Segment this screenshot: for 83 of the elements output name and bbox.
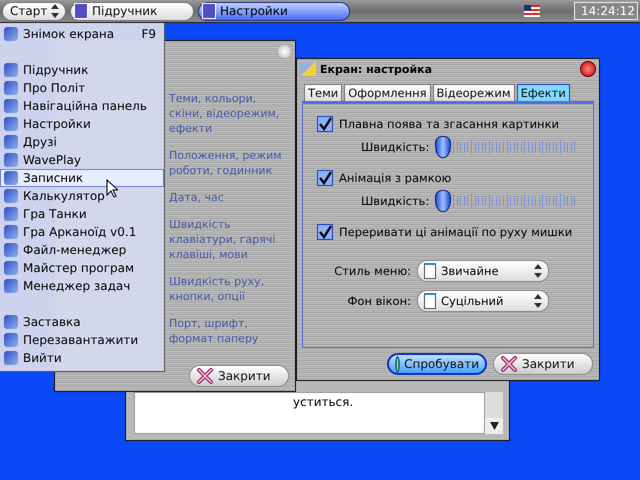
menu-item[interactable]: Підручник: [0, 61, 164, 79]
app-icon: [4, 171, 18, 185]
checkbox-label: Плавна поява та згасання картинки: [339, 117, 559, 131]
app-icon: [4, 207, 18, 221]
dropdown[interactable]: Звичайне: [417, 260, 549, 282]
menu-item[interactable]: Калькулятор: [0, 187, 164, 205]
setting-description: Порт, шрифт, формат паперу: [169, 316, 260, 346]
clock: 14:24:12: [574, 2, 638, 20]
slider-thumb[interactable]: [435, 190, 452, 212]
app-icon: [4, 189, 18, 203]
spinner-arrows-icon: [534, 294, 542, 308]
spinner-arrows-icon: [51, 4, 60, 18]
tab[interactable]: Теми: [304, 84, 342, 101]
checkbox[interactable]: [317, 170, 333, 186]
app-icon: [4, 225, 18, 239]
app-icon: [4, 351, 18, 365]
tab[interactable]: Оформлення: [344, 84, 431, 101]
menu-item[interactable]: Перезавантажити: [0, 331, 164, 349]
menu-item[interactable]: Навігаційна панель: [0, 97, 164, 115]
menu-item[interactable]: Настройки: [0, 115, 164, 133]
menu-item[interactable]: Файл-менеджер: [0, 241, 164, 259]
setting-description: Теми, кольори, скіни, відеорежим, ефекти: [169, 91, 280, 136]
setting-description: Швидкість клавіатури, гарячі клавіші, мови: [169, 217, 276, 262]
app-icon: [4, 333, 18, 347]
app-icon: [4, 135, 18, 149]
app-icon: [4, 261, 18, 275]
scrollbar[interactable]: [485, 392, 503, 434]
cross-icon: [196, 367, 214, 385]
window-title: Екран: настройка: [320, 62, 434, 76]
app-icon: [4, 81, 18, 95]
checkbox-label: Переривати ці анімації по руху мишки: [339, 225, 572, 239]
setting-description: Швидкість руху, кнопки, опції: [169, 274, 266, 304]
document-icon: [424, 263, 436, 279]
try-button[interactable]: Спробувати: [387, 353, 487, 375]
setting-description: Положення, режим роботи, годинник: [169, 148, 283, 178]
flag-icon: [524, 5, 540, 17]
tab[interactable]: Ефекти: [516, 84, 570, 101]
scroll-down-icon[interactable]: [485, 418, 503, 434]
speed-slider[interactable]: [435, 190, 576, 212]
start-button[interactable]: Старт: [2, 2, 66, 20]
setting-description: Дата, час: [169, 190, 225, 205]
mouse-pointer-icon: [106, 179, 118, 198]
menu-item[interactable]: Записник: [0, 169, 164, 187]
checkbox-label: Анімація з рамкою: [339, 171, 452, 185]
menu-item[interactable]: WavePlay: [0, 151, 164, 169]
menu-item[interactable]: Майстер програм: [0, 259, 164, 277]
slider-thumb[interactable]: [435, 136, 452, 158]
checkbox[interactable]: [317, 116, 333, 132]
menu-item[interactable]: Гра Арканоїд v0.1: [0, 223, 164, 241]
app-icon: [4, 279, 18, 293]
speed-label: Швидкість:: [361, 140, 430, 154]
app-icon: [4, 117, 18, 131]
app-icon: [74, 3, 88, 19]
spinner-arrows-icon: [534, 264, 542, 278]
notepad-text: уститься.: [293, 395, 354, 409]
menu-item[interactable]: Вийти: [0, 349, 164, 367]
close-button[interactable]: Закрити: [493, 353, 593, 375]
select-label: Стиль меню:: [334, 264, 411, 278]
menu-item[interactable]: Гра Танки: [0, 205, 164, 223]
menu-item[interactable]: Про Політ: [0, 79, 164, 97]
checkbox[interactable]: [317, 224, 333, 240]
close-button[interactable]: Закрити: [189, 365, 289, 387]
taskbar-task[interactable]: Настройки: [198, 2, 350, 20]
menu-item[interactable]: Знімок екрана F9: [0, 25, 164, 43]
speed-label: Швидкість:: [361, 194, 430, 208]
app-icon: [4, 99, 18, 113]
cross-icon: [500, 355, 518, 373]
app-icon: [4, 63, 18, 77]
app-icon: [4, 153, 18, 167]
app-icon: [4, 243, 18, 257]
close-icon[interactable]: [580, 61, 596, 77]
taskbar-task[interactable]: Підручник: [70, 2, 194, 20]
app-icon: [202, 3, 216, 19]
menu-item[interactable]: Менеджер задач: [0, 277, 164, 295]
menu-item[interactable]: Друзі: [0, 133, 164, 151]
app-icon: [4, 315, 18, 329]
dropdown[interactable]: Суцільний: [417, 290, 549, 312]
menu-item[interactable]: Заставка: [0, 313, 164, 331]
document-icon: [424, 293, 436, 309]
select-label: Фон вікон:: [348, 294, 411, 308]
tab[interactable]: Відеорежим: [432, 84, 515, 101]
app-icon: [4, 27, 18, 41]
speed-slider[interactable]: [435, 136, 576, 158]
